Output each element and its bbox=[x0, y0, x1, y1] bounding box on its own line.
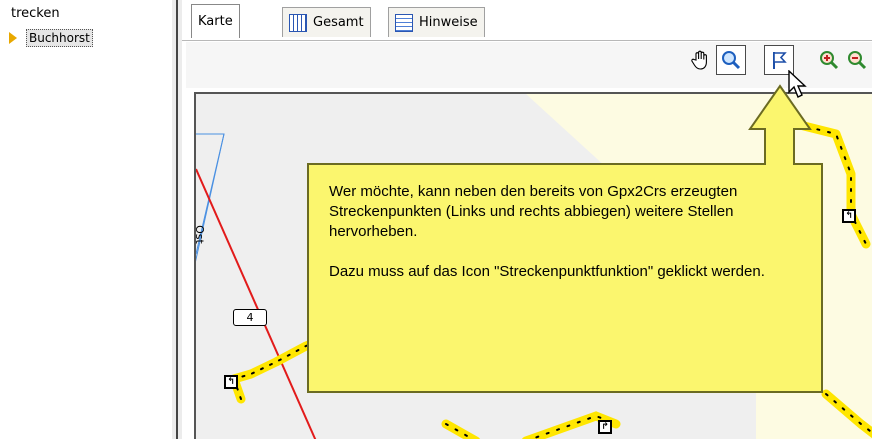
tree-root-label: trecken bbox=[11, 6, 60, 21]
zoom-out-icon bbox=[848, 51, 867, 70]
zoom-select-button[interactable] bbox=[716, 45, 746, 75]
zoom-in-icon bbox=[820, 51, 839, 70]
map-toolbar bbox=[186, 42, 872, 88]
flag-icon bbox=[773, 52, 787, 69]
tab-karte[interactable]: Karte bbox=[191, 4, 404, 115]
tree-item-buchhorst[interactable]: Buchhorst bbox=[9, 29, 93, 47]
tree-item-label: Buchhorst bbox=[26, 29, 93, 47]
zoom-select-icon bbox=[722, 51, 741, 70]
tab-hinweise[interactable]: Hinweise bbox=[388, 7, 485, 37]
tab-karte-label: Karte bbox=[198, 14, 233, 29]
mouse-cursor-icon bbox=[788, 70, 807, 98]
callout-text: Wer möchte, kann neben den bereits von G… bbox=[329, 182, 799, 302]
grid-icon bbox=[289, 13, 307, 32]
note-icon bbox=[395, 13, 413, 32]
callout-paragraph-1: Wer möchte, kann neben den bereits von G… bbox=[329, 183, 738, 240]
zoom-out-button[interactable] bbox=[842, 45, 872, 75]
turn-left-waypoint-icon[interactable]: ↰ bbox=[224, 375, 238, 389]
street-label: Ost bbox=[194, 225, 206, 244]
tab-gesamt[interactable]: Gesamt bbox=[282, 7, 371, 37]
callout-paragraph-2: Dazu muss auf das Icon "Streckenpunktfun… bbox=[329, 263, 765, 280]
turn-left-waypoint-icon[interactable]: ↰ bbox=[842, 209, 856, 223]
turn-right-waypoint-icon[interactable]: ↱ bbox=[598, 420, 612, 434]
route-tree-panel: trecken Buchhorst bbox=[0, 0, 172, 439]
pan-button[interactable] bbox=[686, 45, 716, 75]
tab-hinweise-label: Hinweise bbox=[419, 15, 478, 30]
expand-arrow-icon[interactable] bbox=[9, 32, 17, 44]
hand-icon bbox=[691, 50, 707, 70]
zoom-in-button[interactable] bbox=[814, 45, 844, 75]
tab-gesamt-label: Gesamt bbox=[313, 15, 364, 30]
panel-splitter[interactable] bbox=[172, 0, 182, 439]
tab-bar: Karte Gesamt Hinweise bbox=[182, 0, 872, 115]
km-marker: 4 bbox=[233, 309, 267, 326]
